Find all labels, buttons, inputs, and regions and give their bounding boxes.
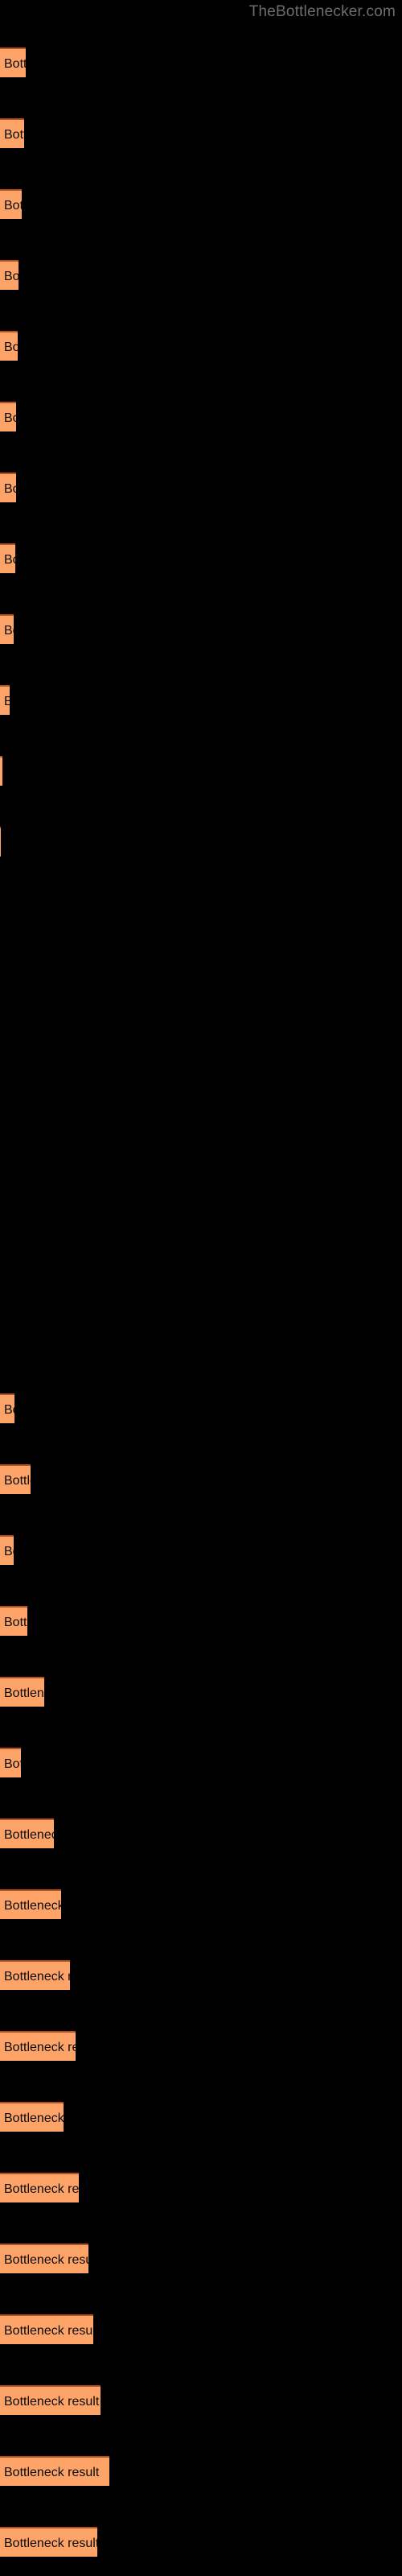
bar-label: Bottleneck result — [4, 553, 15, 567]
bar-28: Bottleneck result — [0, 1960, 70, 1990]
bar-label: Bottleneck result — [4, 2324, 93, 2338]
bar-label: Bottleneck result — [4, 199, 22, 213]
bar-label: Bottleneck result — [4, 2395, 100, 2409]
bar-1: Bottleneck result — [0, 47, 26, 77]
bar-35: Bottleneck result — [0, 2456, 109, 2486]
bar-6: Bottleneck result — [0, 402, 16, 431]
bar-27: Bottleneck result — [0, 1889, 61, 1919]
bar-label: Bottleneck result — [4, 1686, 44, 1700]
bar-26: Bottleneck result — [0, 1818, 54, 1848]
bar-34: Bottleneck result — [0, 2385, 100, 2415]
bar-label: Bottleneck result — [4, 341, 18, 354]
bar-25: Bottleneck result — [0, 1748, 21, 1777]
bar-33: Bottleneck result — [0, 2314, 93, 2344]
bar-8: Bottleneck result — [0, 543, 15, 573]
bar-30: Bottleneck result — [0, 2102, 64, 2132]
bar-label: Bottleneck result — [4, 1757, 21, 1771]
bar-36: Bottleneck result — [0, 2527, 97, 2557]
bar-31: Bottleneck result — [0, 2173, 79, 2202]
bar-20: Bottleneck result — [0, 1393, 14, 1423]
bar-3: Bottleneck result — [0, 189, 22, 219]
bar-label: Bottleneck result — [4, 1545, 14, 1558]
bar-11: Bottleneck result — [0, 756, 2, 786]
bar-label: Bottleneck result — [4, 2253, 88, 2267]
bar-label: Bottleneck result — [4, 1616, 27, 1629]
bar-label: Bottleneck result — [4, 482, 16, 496]
bar-label: Bottleneck result — [4, 1899, 61, 1913]
bar-label: Bottleneck result — [4, 1970, 70, 1984]
bar-label: Bottleneck result — [4, 128, 24, 142]
bar-9: Bottleneck result — [0, 614, 14, 644]
bar-label: Bottleneck result — [4, 1828, 54, 1842]
bar-2: Bottleneck result — [0, 118, 24, 148]
bar-5: Bottleneck result — [0, 331, 18, 361]
bar-21: Bottleneck result — [0, 1464, 31, 1494]
bar-label: Bottleneck result — [4, 2041, 76, 2054]
bar-23: Bottleneck result — [0, 1606, 27, 1636]
bar-label: Bottleneck result — [4, 2182, 79, 2196]
bar-label: Bottleneck result — [4, 2466, 100, 2479]
bar-32: Bottleneck result — [0, 2244, 88, 2273]
bar-22: Bottleneck result — [0, 1535, 14, 1565]
bar-label: Bottleneck result — [4, 1403, 14, 1417]
bar-7: Bottleneck result — [0, 473, 16, 502]
bar-label: Bottleneck result — [4, 624, 14, 638]
bar-label: Bottleneck result — [4, 2112, 64, 2125]
bar-label: Bottleneck result — [4, 270, 18, 283]
bar-24: Bottleneck result — [0, 1677, 44, 1707]
bar-label: Bottleneck result — [4, 2537, 97, 2550]
bar-12: Bottleneck result — [0, 827, 1, 857]
horizontal-bar-chart: Bottleneck result Bottleneck result Bottle… — [0, 0, 402, 2576]
bar-4: Bottleneck result — [0, 260, 18, 290]
bar-label: Bottleneck result — [4, 411, 16, 425]
bar-10: Bottleneck result — [0, 685, 10, 715]
bar-29: Bottleneck result — [0, 2031, 76, 2061]
bar-label: Bottleneck result — [4, 1474, 31, 1488]
bar-label: Bottleneck result — [4, 57, 26, 71]
bar-label: Bottleneck result — [4, 687, 10, 715]
